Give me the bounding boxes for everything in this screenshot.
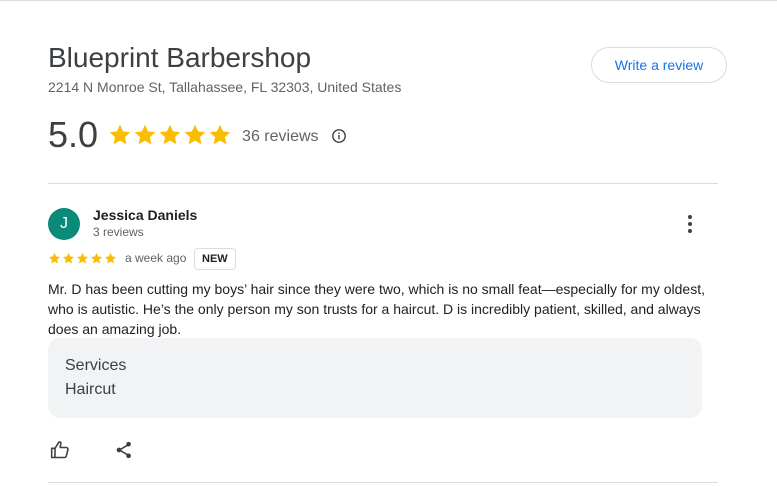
- divider: [48, 482, 718, 483]
- divider: [48, 183, 718, 184]
- services-label: Services: [65, 357, 127, 374]
- rating-summary: 5.0 36 reviews: [48, 113, 347, 157]
- star-icon: [48, 252, 61, 264]
- services-value: Haircut: [65, 381, 116, 398]
- star-icon: [184, 124, 206, 145]
- top-border: [0, 0, 777, 1]
- thumb-up-icon[interactable]: [50, 440, 70, 460]
- star-icon: [209, 124, 231, 145]
- review-stars: [48, 252, 117, 265]
- review-text: Mr. D has been cutting my boys’ hair sin…: [48, 281, 705, 337]
- share-icon[interactable]: [114, 440, 134, 460]
- star-icon: [90, 252, 103, 264]
- business-address: 2214 N Monroe St, Tallahassee, FL 32303,…: [48, 79, 402, 95]
- star-icon: [109, 124, 131, 145]
- star-icon: [134, 124, 156, 145]
- rating-stars: [108, 123, 232, 147]
- rating-score: 5.0: [48, 114, 99, 155]
- reviewer-name[interactable]: Jessica Daniels: [93, 207, 197, 223]
- new-badge: NEW: [194, 248, 236, 270]
- more-vert-icon: [688, 215, 692, 219]
- avatar[interactable]: J: [48, 208, 80, 240]
- review-date: a week ago: [125, 251, 187, 265]
- write-review-button[interactable]: Write a review: [591, 47, 727, 83]
- star-icon: [76, 252, 89, 264]
- review-count[interactable]: 36 reviews: [242, 128, 318, 146]
- more-options-button[interactable]: [678, 210, 702, 238]
- services-card: Services Haircut: [48, 338, 702, 418]
- star-icon: [62, 252, 75, 264]
- info-icon[interactable]: [331, 128, 347, 144]
- reviewer-review-count: 3 reviews: [93, 225, 144, 239]
- business-name: Blueprint Barbershop: [48, 42, 312, 73]
- star-icon: [104, 252, 117, 264]
- star-icon: [159, 124, 181, 145]
